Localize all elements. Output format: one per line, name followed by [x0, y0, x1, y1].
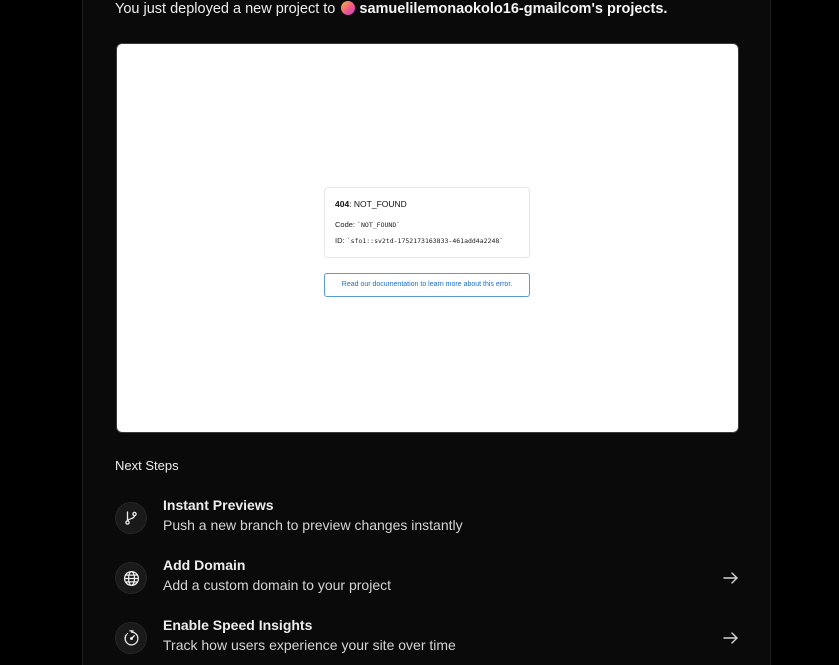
error-code-number: 404	[335, 199, 350, 209]
deployment-panel: You just deployed a new project to samue…	[82, 0, 771, 665]
error-id-label: ID:	[335, 236, 347, 245]
error-code-text: : NOT_FOUND	[349, 199, 407, 209]
error-code-label: Code:	[335, 220, 358, 229]
deployment-preview[interactable]: 404: NOT_FOUND Code: `NOT_FOUND` ID: `sf…	[116, 43, 739, 433]
team-account-name[interactable]: samuelilemonaokolo16-gmailcom's projects…	[359, 1, 667, 17]
error-code-value: `NOT_FOUND`	[357, 221, 401, 229]
next-steps-heading: Next Steps	[115, 458, 179, 473]
step-enable-speed-insights[interactable]: Enable Speed Insights Track how users ex…	[115, 617, 740, 661]
deploy-message: You just deployed a new project to samue…	[115, 0, 667, 18]
error-code-line: Code: `NOT_FOUND`	[335, 220, 400, 229]
error-id-line: ID: `sfo1::sv2td-1752173163833-461add4a2…	[335, 236, 503, 245]
step-add-domain[interactable]: Add Domain Add a custom domain to your p…	[115, 557, 740, 601]
deploy-message-prefix: You just deployed a new project to	[115, 1, 336, 17]
step-instant-previews[interactable]: Instant Previews Push a new branch to pr…	[115, 497, 740, 541]
documentation-link[interactable]: Read our documentation to learn more abo…	[324, 273, 530, 297]
globe-icon	[115, 562, 147, 594]
step-description: Push a new branch to preview changes ins…	[163, 517, 463, 533]
arrow-right-icon[interactable]	[722, 629, 740, 647]
step-description: Track how users experience your site ove…	[163, 637, 456, 653]
error-box: 404: NOT_FOUND Code: `NOT_FOUND` ID: `sf…	[324, 187, 530, 258]
arrow-right-icon[interactable]	[722, 569, 740, 587]
step-title: Instant Previews	[163, 497, 274, 513]
error-id-value: `sfo1::sv2td-1752173163833-461add4a2248`	[346, 237, 504, 245]
speed-gauge-icon	[115, 622, 147, 654]
page: You just deployed a new project to samue…	[0, 0, 839, 665]
team-avatar	[341, 1, 356, 15]
git-branch-icon	[115, 502, 147, 534]
step-title: Enable Speed Insights	[163, 617, 313, 633]
step-description: Add a custom domain to your project	[163, 577, 392, 593]
error-title: 404: NOT_FOUND	[335, 199, 407, 209]
step-title: Add Domain	[163, 557, 246, 573]
